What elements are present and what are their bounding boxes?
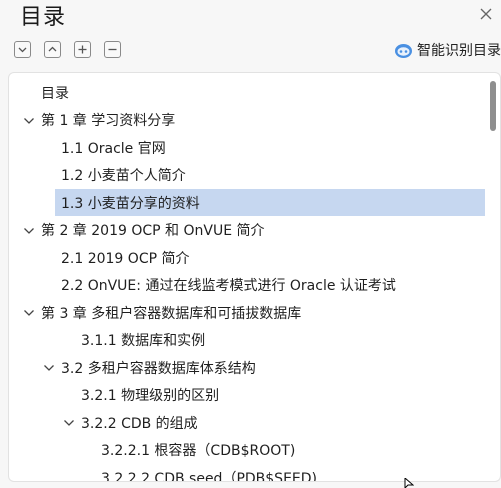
scrollbar-thumb[interactable] [490, 81, 496, 131]
toc-item-label: 目录 [41, 85, 69, 102]
smart-toc-label: 智能识别目录 [417, 43, 501, 59]
minus-icon [108, 48, 117, 51]
toc-item[interactable]: 3.2.2.1 根容器（CDB$ROOT) [9, 437, 485, 464]
toc-item-label: 3.1.1 数据库和实例 [81, 333, 206, 349]
toc-item[interactable]: 3.2.2 CDB 的组成 [9, 409, 485, 436]
toc-item[interactable]: 1.3 小麦苗分享的资料 [9, 189, 485, 216]
expand-up-button[interactable] [44, 41, 61, 58]
toc-item[interactable]: 3.2 多租户容器数据库体系结构 [9, 354, 485, 381]
toc-item[interactable]: 目录 [9, 79, 485, 106]
expand-all-button[interactable] [74, 41, 91, 58]
chevron-down-icon[interactable] [23, 115, 35, 127]
toc-item[interactable]: 第 1 章 学习资料分享 [9, 107, 485, 134]
chevron-down-icon[interactable] [23, 307, 35, 319]
plus-icon [78, 45, 87, 54]
toc-item-label: 3.2 多租户容器数据库体系结构 [61, 360, 256, 377]
toc-item-label: 3.2.2.2 CDB seed（PDB$SEED) [101, 470, 318, 482]
toc-item[interactable]: 3.2.1 物理级别的区别 [9, 382, 485, 409]
toc-item-label: 1.1 Oracle 官网 [61, 140, 166, 157]
panel-title: 目录 [20, 5, 67, 30]
toc-item-label: 1.3 小麦苗分享的资料 [61, 195, 200, 212]
mouse-cursor-icon [404, 478, 414, 488]
toc-item[interactable]: 2.2 OnVUE: 通过在线监考模式进行 Oracle 认证考试 [9, 272, 485, 299]
chevron-down-icon[interactable] [23, 225, 35, 237]
toc-item-label: 2.2 OnVUE: 通过在线监考模式进行 Oracle 认证考试 [61, 278, 396, 294]
toc-item-label: 3.2.1 物理级别的区别 [81, 388, 220, 404]
toc-item-label: 1.2 小麦苗个人简介 [61, 168, 186, 184]
toc-item-label: 第 2 章 2019 OCP 和 OnVUE 简介 [41, 223, 265, 239]
toc-item-label: 3.2.2 CDB 的组成 [81, 415, 198, 432]
toc-item-label: 3.2.2.1 根容器（CDB$ROOT) [101, 443, 296, 459]
chevron-down-icon [18, 47, 27, 53]
chevron-down-icon[interactable] [63, 417, 75, 429]
chevron-down-icon[interactable] [43, 362, 55, 374]
ai-robot-icon [395, 43, 412, 58]
close-button[interactable] [479, 6, 493, 20]
toc-item[interactable]: 2.1 2019 OCP 简介 [9, 244, 485, 271]
toc-tree: 目录第 1 章 学习资料分享 1.1 Oracle 官网 1.2 小麦苗个人简介 1.… [8, 72, 501, 482]
toc-item[interactable]: 第 3 章 多租户容器数据库和可插拔数据库 [9, 299, 485, 326]
smart-toc-button[interactable]: 智能识别目录 [394, 40, 501, 60]
toc-item-label: 第 3 章 多租户容器数据库和可插拔数据库 [41, 305, 302, 322]
toc-item[interactable]: 第 2 章 2019 OCP 和 OnVUE 简介 [9, 217, 485, 244]
toc-item[interactable]: 1.1 Oracle 官网 [9, 134, 485, 161]
toc-toolbar [14, 41, 121, 59]
collapse-all-button[interactable] [14, 41, 31, 58]
collapse-button[interactable] [104, 41, 121, 58]
toc-item[interactable]: 1.2 小麦苗个人简介 [9, 162, 485, 189]
chevron-up-icon [48, 46, 57, 52]
close-icon [480, 8, 492, 20]
toc-item-label: 第 1 章 学习资料分享 [41, 113, 176, 129]
toc-item[interactable]: 3.1.1 数据库和实例 [9, 327, 485, 354]
toc-item-label: 2.1 2019 OCP 简介 [61, 250, 190, 267]
toc-panel: 目录 智能识别目录 目录 第 1 章 学习资料分享 1.1 Oracle 官网 … [0, 0, 501, 488]
